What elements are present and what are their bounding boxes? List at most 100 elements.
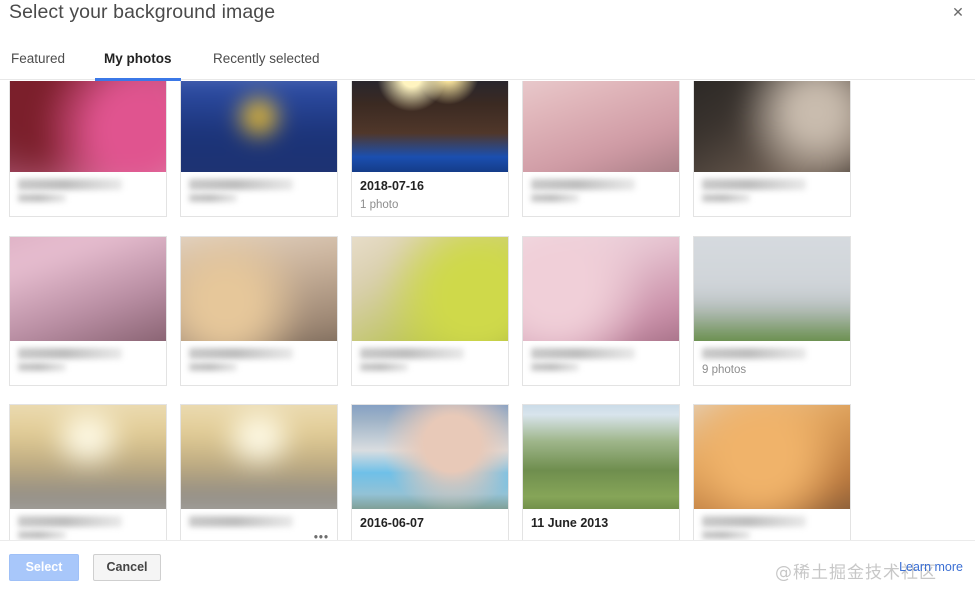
album-meta (181, 172, 337, 216)
photo-orange-indoor-image (694, 405, 850, 509)
album-photo-count (189, 363, 237, 371)
photo-album-card[interactable]: ••• (180, 404, 338, 540)
album-thumbnail (181, 81, 337, 172)
photo-album-card[interactable] (522, 81, 680, 217)
album-thumbnail (523, 237, 679, 341)
album-thumbnail (352, 237, 508, 341)
album-meta (10, 341, 166, 385)
album-meta (352, 341, 508, 385)
album-title (360, 348, 464, 359)
photo-subway-corridor-image (181, 405, 337, 509)
album-thumbnail (523, 81, 679, 172)
album-title (18, 179, 122, 190)
album-thumbnail (181, 237, 337, 341)
tab-recently-selected[interactable]: Recently selected (213, 42, 320, 80)
album-meta (181, 341, 337, 385)
photo-collage-blur-image (352, 405, 508, 509)
album-title: 2018-07-16 (360, 179, 424, 193)
tab-my-photos[interactable]: My photos (95, 42, 180, 81)
photo-album-card[interactable] (693, 81, 851, 217)
photo-portrait-pink-image (523, 237, 679, 341)
album-meta: 11 June 2013 (523, 509, 679, 540)
album-meta: 2016-06-07 (352, 509, 508, 540)
album-title (18, 348, 122, 359)
album-photo-count (189, 194, 237, 202)
album-thumbnail (352, 405, 508, 509)
dialog-footer: Select Cancel @稀土掘金技术社区 Learn more (0, 540, 975, 592)
album-photo-count (18, 363, 66, 371)
album-title (702, 348, 806, 359)
album-title (531, 179, 635, 190)
album-thumbnail (352, 81, 508, 172)
photo-album-card[interactable]: 9 photos (693, 236, 851, 386)
album-meta: 9 photos (694, 341, 850, 385)
album-thumbnail (10, 81, 166, 172)
photo-album-card[interactable]: 11 June 2013 (522, 404, 680, 540)
select-button[interactable]: Select (9, 554, 79, 581)
photo-indoor-warm-image (523, 81, 679, 172)
photo-album-card[interactable]: 2016-06-07 (351, 404, 509, 540)
album-thumbnail (181, 405, 337, 509)
learn-more-link[interactable]: Learn more (899, 560, 963, 574)
album-thumbnail (694, 81, 850, 172)
album-title (531, 348, 635, 359)
album-photo-count (531, 363, 579, 371)
photo-album-card[interactable] (9, 81, 167, 217)
photo-album-card[interactable]: 2018-07-16 1 photo (351, 81, 509, 217)
photo-group-pink-image (10, 237, 166, 341)
photo-dark-scene-image (694, 81, 850, 172)
album-title: 2016-06-07 (360, 516, 424, 530)
album-thumbnail (523, 405, 679, 509)
photo-concert-crowd-image (352, 81, 508, 172)
photo-countryside-view-image (523, 405, 679, 509)
album-title (189, 179, 293, 190)
photo-green-yellow-image (352, 237, 508, 341)
album-photo-count (360, 363, 408, 371)
photo-album-card[interactable] (693, 404, 851, 540)
page-title: Select your background image (9, 1, 276, 23)
album-thumbnail (694, 405, 850, 509)
photo-subway-corridor-image (10, 405, 166, 509)
album-meta: 2018-07-16 1 photo (352, 172, 508, 216)
album-meta: ••• (181, 509, 337, 540)
album-photo-count (18, 194, 66, 202)
album-photo-count (702, 194, 750, 202)
album-title (702, 516, 806, 527)
album-title (189, 516, 293, 527)
album-photo-count: 1 photo (360, 199, 399, 211)
dialog-header: Select your background image ✕ (0, 0, 975, 40)
photo-album-card[interactable] (522, 236, 680, 386)
photo-table-food-image (181, 237, 337, 341)
photo-museum-colonnade-image (694, 237, 850, 341)
album-thumbnail (10, 405, 166, 509)
album-meta (10, 509, 166, 540)
album-title: 11 June 2013 (531, 516, 609, 530)
album-title (18, 516, 122, 527)
photo-album-card[interactable] (351, 236, 509, 386)
album-photo-count (531, 194, 579, 202)
album-meta (10, 172, 166, 216)
cancel-button[interactable]: Cancel (93, 554, 161, 581)
close-icon[interactable]: ✕ (947, 3, 969, 25)
album-meta (694, 509, 850, 540)
photo-album-card[interactable] (9, 236, 167, 386)
photo-album-card[interactable] (180, 236, 338, 386)
album-meta (694, 172, 850, 216)
album-photo-count: ••• (313, 532, 329, 540)
album-photo-count (18, 531, 66, 539)
photo-album-card[interactable] (180, 81, 338, 217)
tab-featured[interactable]: Featured (11, 42, 65, 80)
photo-superhero-blue-image (181, 81, 337, 172)
album-title (189, 348, 293, 359)
photo-people-pink-image (10, 81, 166, 172)
album-photo-count (702, 531, 750, 539)
album-thumbnail (10, 237, 166, 341)
album-thumbnail (694, 237, 850, 341)
album-title (702, 179, 806, 190)
tab-bar: Featured My photos Recently selected (0, 42, 975, 81)
album-meta (523, 172, 679, 216)
album-photo-count: 9 photos (702, 364, 747, 376)
photo-album-card[interactable] (9, 404, 167, 540)
album-meta (523, 341, 679, 385)
photo-grid-scroll-area[interactable]: 2018-07-16 1 photo 9 photos ••• 2016-06-07 11… (0, 81, 975, 540)
